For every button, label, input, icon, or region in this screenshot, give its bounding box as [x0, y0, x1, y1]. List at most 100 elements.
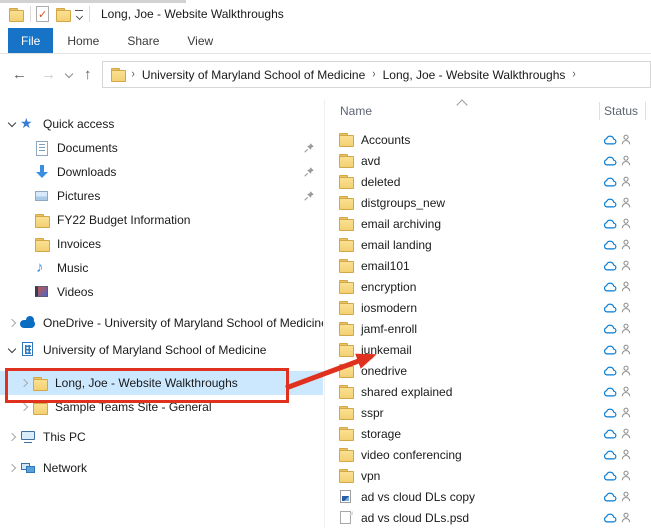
- properties-quick-icon[interactable]: [36, 6, 49, 22]
- shared-person-icon: [620, 196, 632, 209]
- chevron-down-icon[interactable]: [6, 119, 20, 129]
- sidebar-item[interactable]: Downloads: [0, 160, 323, 184]
- sidebar-item-network[interactable]: Network: [0, 456, 323, 480]
- file-icon: [338, 300, 355, 316]
- address-bar[interactable]: › University of Maryland School of Medic…: [102, 61, 651, 88]
- pin-icon: [303, 190, 315, 202]
- sidebar-item-quick-access[interactable]: Quick access: [0, 112, 323, 136]
- cloud-status-icon: [603, 469, 617, 482]
- shared-person-icon: [620, 280, 632, 293]
- cloud-status-icon: [603, 217, 617, 230]
- sidebar-item[interactable]: Long, Joe - Website Walkthroughs: [0, 371, 323, 395]
- file-status: [603, 175, 632, 188]
- sidebar-item[interactable]: Documents: [0, 136, 323, 160]
- file-name: deleted: [361, 175, 400, 189]
- pane-divider[interactable]: [324, 100, 325, 528]
- sidebar-item[interactable]: Pictures: [0, 184, 323, 208]
- file-row[interactable]: onedrive: [326, 360, 651, 381]
- cloud-status-icon: [603, 343, 617, 356]
- column-divider[interactable]: [645, 102, 646, 120]
- file-icon: [338, 426, 355, 442]
- sidebar-item[interactable]: Invoices: [0, 232, 323, 256]
- window-folder-icon: [8, 6, 25, 22]
- file-row[interactable]: sspr: [326, 402, 651, 423]
- ribbon-tab[interactable]: Share: [113, 28, 173, 53]
- sidebar-item[interactable]: Music: [0, 256, 323, 280]
- file-name: email archiving: [361, 217, 441, 231]
- file-status: [603, 280, 632, 293]
- file-row[interactable]: distgroups_new: [326, 192, 651, 213]
- file-row[interactable]: iosmodern: [326, 297, 651, 318]
- file-icon: [338, 258, 355, 274]
- chevron-right-icon[interactable]: [6, 463, 20, 473]
- file-name: ad vs cloud DLs copy: [361, 490, 475, 504]
- sidebar-item-label: FY22 Budget Information: [57, 213, 190, 227]
- chevron-right-icon[interactable]: [6, 432, 20, 442]
- chevron-right-icon[interactable]: [6, 318, 20, 328]
- file-icon: [338, 447, 355, 463]
- cloud-status-icon: [603, 280, 617, 293]
- chevron-down-icon[interactable]: [6, 345, 20, 355]
- file-row[interactable]: vpn: [326, 465, 651, 486]
- ribbon-tab[interactable]: File: [8, 28, 53, 53]
- shared-person-icon: [620, 385, 632, 398]
- sidebar-item-organization[interactable]: University of Maryland School of Medicin…: [0, 338, 323, 362]
- file-row[interactable]: Accounts: [326, 129, 651, 150]
- sidebar-item-label: Invoices: [57, 237, 101, 251]
- file-row[interactable]: storage: [326, 423, 651, 444]
- sidebar-item-label: Videos: [57, 285, 93, 299]
- chevron-right-icon[interactable]: [18, 402, 32, 412]
- file-status: [603, 154, 632, 167]
- file-icon: [338, 510, 355, 526]
- shared-person-icon: [620, 259, 632, 272]
- ribbon-tab[interactable]: View: [173, 28, 227, 53]
- file-name: storage: [361, 427, 401, 441]
- sidebar-item[interactable]: Videos: [0, 280, 323, 304]
- shared-person-icon: [620, 469, 632, 482]
- file-row[interactable]: encryption: [326, 276, 651, 297]
- up-button[interactable]: ↑: [84, 67, 92, 82]
- file-status: [603, 217, 632, 230]
- onedrive-cloud-icon: [20, 315, 37, 331]
- sidebar-item[interactable]: FY22 Budget Information: [0, 208, 323, 232]
- cloud-status-icon: [603, 301, 617, 314]
- sidebar-item-label: Sample Teams Site - General: [55, 400, 212, 414]
- column-header-status[interactable]: Status: [604, 104, 638, 118]
- file-name: video conferencing: [361, 448, 462, 462]
- file-list-pane: Name Status Accounts: [326, 94, 651, 528]
- column-divider[interactable]: [599, 102, 600, 120]
- file-row[interactable]: email101: [326, 255, 651, 276]
- file-row[interactable]: shared explained: [326, 381, 651, 402]
- file-row[interactable]: email landing: [326, 234, 651, 255]
- customize-toolbar-dropdown-icon[interactable]: [74, 8, 84, 20]
- forward-button[interactable]: →: [41, 67, 56, 82]
- file-row[interactable]: email archiving: [326, 213, 651, 234]
- file-row[interactable]: avd: [326, 150, 651, 171]
- cloud-status-icon: [603, 511, 617, 524]
- sidebar-item-icon: [34, 188, 51, 204]
- file-icon: [338, 405, 355, 421]
- file-icon: [338, 153, 355, 169]
- breadcrumb[interactable]: Long, Joe - Website Walkthroughs: [381, 68, 568, 82]
- chevron-right-icon[interactable]: [18, 378, 32, 388]
- file-row[interactable]: video conferencing: [326, 444, 651, 465]
- ribbon-tab[interactable]: Home: [53, 28, 113, 53]
- file-row[interactable]: jamf-enroll: [326, 318, 651, 339]
- file-row[interactable]: junkemail: [326, 339, 651, 360]
- sidebar-item-this-pc[interactable]: This PC: [0, 425, 323, 449]
- back-button[interactable]: ←: [12, 67, 27, 82]
- sidebar-item[interactable]: Sample Teams Site - General: [0, 395, 323, 419]
- breadcrumb[interactable]: University of Maryland School of Medicin…: [140, 68, 367, 82]
- file-row[interactable]: ad vs cloud DLs copy: [326, 486, 651, 507]
- shared-person-icon: [620, 301, 632, 314]
- file-row[interactable]: ad vs cloud DLs.psd: [326, 507, 651, 528]
- sidebar-item-label: This PC: [43, 430, 86, 444]
- file-row[interactable]: deleted: [326, 171, 651, 192]
- column-header-name[interactable]: Name: [340, 104, 372, 118]
- recent-locations-dropdown-icon[interactable]: [65, 69, 73, 77]
- new-folder-quick-icon[interactable]: [55, 6, 72, 22]
- sidebar-item-onedrive[interactable]: OneDrive - University of Maryland School…: [0, 311, 323, 335]
- file-status: [603, 490, 632, 503]
- shared-person-icon: [620, 448, 632, 461]
- cloud-status-icon: [603, 154, 617, 167]
